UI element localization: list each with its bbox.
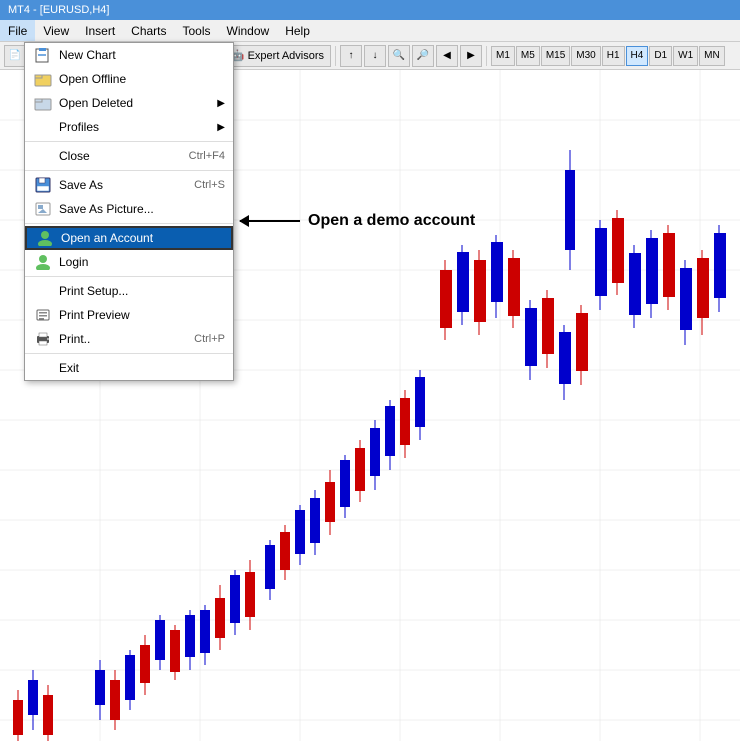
menu-item-open-deleted[interactable]: Open Deleted ▶ [25,91,233,115]
print-icon [33,330,53,348]
login-label: Login [59,255,225,269]
toolbar-scroll-left-btn[interactable]: ◀ [436,45,458,67]
tf-h4[interactable]: H4 [626,46,649,66]
menu-item-new-chart[interactable]: New Chart [25,43,233,67]
menu-item-login[interactable]: Login [25,250,233,274]
menu-item-profiles[interactable]: Profiles ▶ [25,115,233,139]
menu-window[interactable]: Window [219,20,278,41]
print-setup-label: Print Setup... [59,284,225,298]
open-account-label: Open an Account [61,231,223,245]
menu-sep-1 [25,141,233,142]
tf-m15[interactable]: M15 [541,46,570,66]
save-as-shortcut: Ctrl+S [194,179,225,191]
tf-m1[interactable]: M1 [491,46,515,66]
tf-m30[interactable]: M30 [571,46,600,66]
new-chart-label: New Chart [59,48,225,62]
print-shortcut: Ctrl+P [194,333,225,345]
save-as-picture-label: Save As Picture... [59,202,225,216]
profiles-arrow: ▶ [217,122,225,133]
open-offline-label: Open Offline [59,72,225,86]
tf-mn[interactable]: MN [699,46,725,66]
menu-sep-4 [25,276,233,277]
new-chart-icon [33,46,53,64]
save-as-label: Save As [59,178,174,192]
tf-h1[interactable]: H1 [602,46,625,66]
save-as-icon [33,176,53,194]
menu-item-exit[interactable]: Exit [25,356,233,380]
tf-m5[interactable]: M5 [516,46,540,66]
file-dropdown-menu: New Chart Open Offline Open Deleted ▶ Pr… [24,42,234,381]
menu-help[interactable]: Help [277,20,318,41]
toolbar-expert-advisors-btn[interactable]: 🤖 Expert Advisors [224,45,331,67]
toolbar-chart-down-btn[interactable]: ↓ [364,45,386,67]
timeframe-buttons: M1 M5 M15 M30 H1 H4 D1 W1 MN [491,46,725,66]
menu-insert[interactable]: Insert [77,20,123,41]
menu-item-print-setup[interactable]: Print Setup... [25,279,233,303]
open-account-icon [35,229,55,247]
toolbar-chart-up-btn[interactable]: ↑ [340,45,362,67]
print-setup-icon [33,282,53,300]
login-icon [33,253,53,271]
toolbar-new-chart-btn[interactable]: 📄 [4,45,26,67]
toolbar-zoom-in-btn[interactable]: 🔍 [388,45,410,67]
exit-label: Exit [59,361,225,375]
toolbar-scroll-right-btn[interactable]: ▶ [460,45,482,67]
profiles-icon [33,118,53,136]
toolbar-sep3 [335,46,336,66]
open-deleted-icon [33,94,53,112]
close-icon [33,147,53,165]
menu-item-open-offline[interactable]: Open Offline [25,67,233,91]
menu-sep-3 [25,223,233,224]
menu-item-close[interactable]: Close Ctrl+F4 [25,144,233,168]
menu-sep-2 [25,170,233,171]
print-preview-label: Print Preview [59,308,225,322]
menu-view[interactable]: View [35,20,77,41]
close-shortcut: Ctrl+F4 [189,150,225,162]
profiles-label: Profiles [59,120,209,134]
menu-file[interactable]: File [0,20,35,41]
tf-d1[interactable]: D1 [649,46,672,66]
toolbar-sep4 [486,46,487,66]
exit-icon [33,359,53,377]
menu-item-print-preview[interactable]: Print Preview [25,303,233,327]
menu-charts[interactable]: Charts [123,20,174,41]
close-label: Close [59,149,169,163]
save-picture-icon [33,200,53,218]
open-deleted-label: Open Deleted [59,96,209,110]
tf-w1[interactable]: W1 [673,46,698,66]
open-offline-icon [33,70,53,88]
menu-tools[interactable]: Tools [175,20,219,41]
menu-item-save-as-picture[interactable]: Save As Picture... [25,197,233,221]
menu-item-print[interactable]: Print.. Ctrl+P [25,327,233,351]
open-deleted-arrow: ▶ [217,98,225,109]
print-preview-icon [33,306,53,324]
title-bar: MT4 - [EURUSD,H4] [0,0,740,20]
menu-sep-5 [25,353,233,354]
menu-item-open-account[interactable]: Open an Account [25,226,233,250]
menu-item-save-as[interactable]: Save As Ctrl+S [25,173,233,197]
menu-bar: File View Insert Charts Tools Window Hel… [0,20,740,42]
toolbar-zoom-out-btn[interactable]: 🔎 [412,45,434,67]
title-text: MT4 - [EURUSD,H4] [8,4,109,16]
print-label: Print.. [59,332,174,346]
